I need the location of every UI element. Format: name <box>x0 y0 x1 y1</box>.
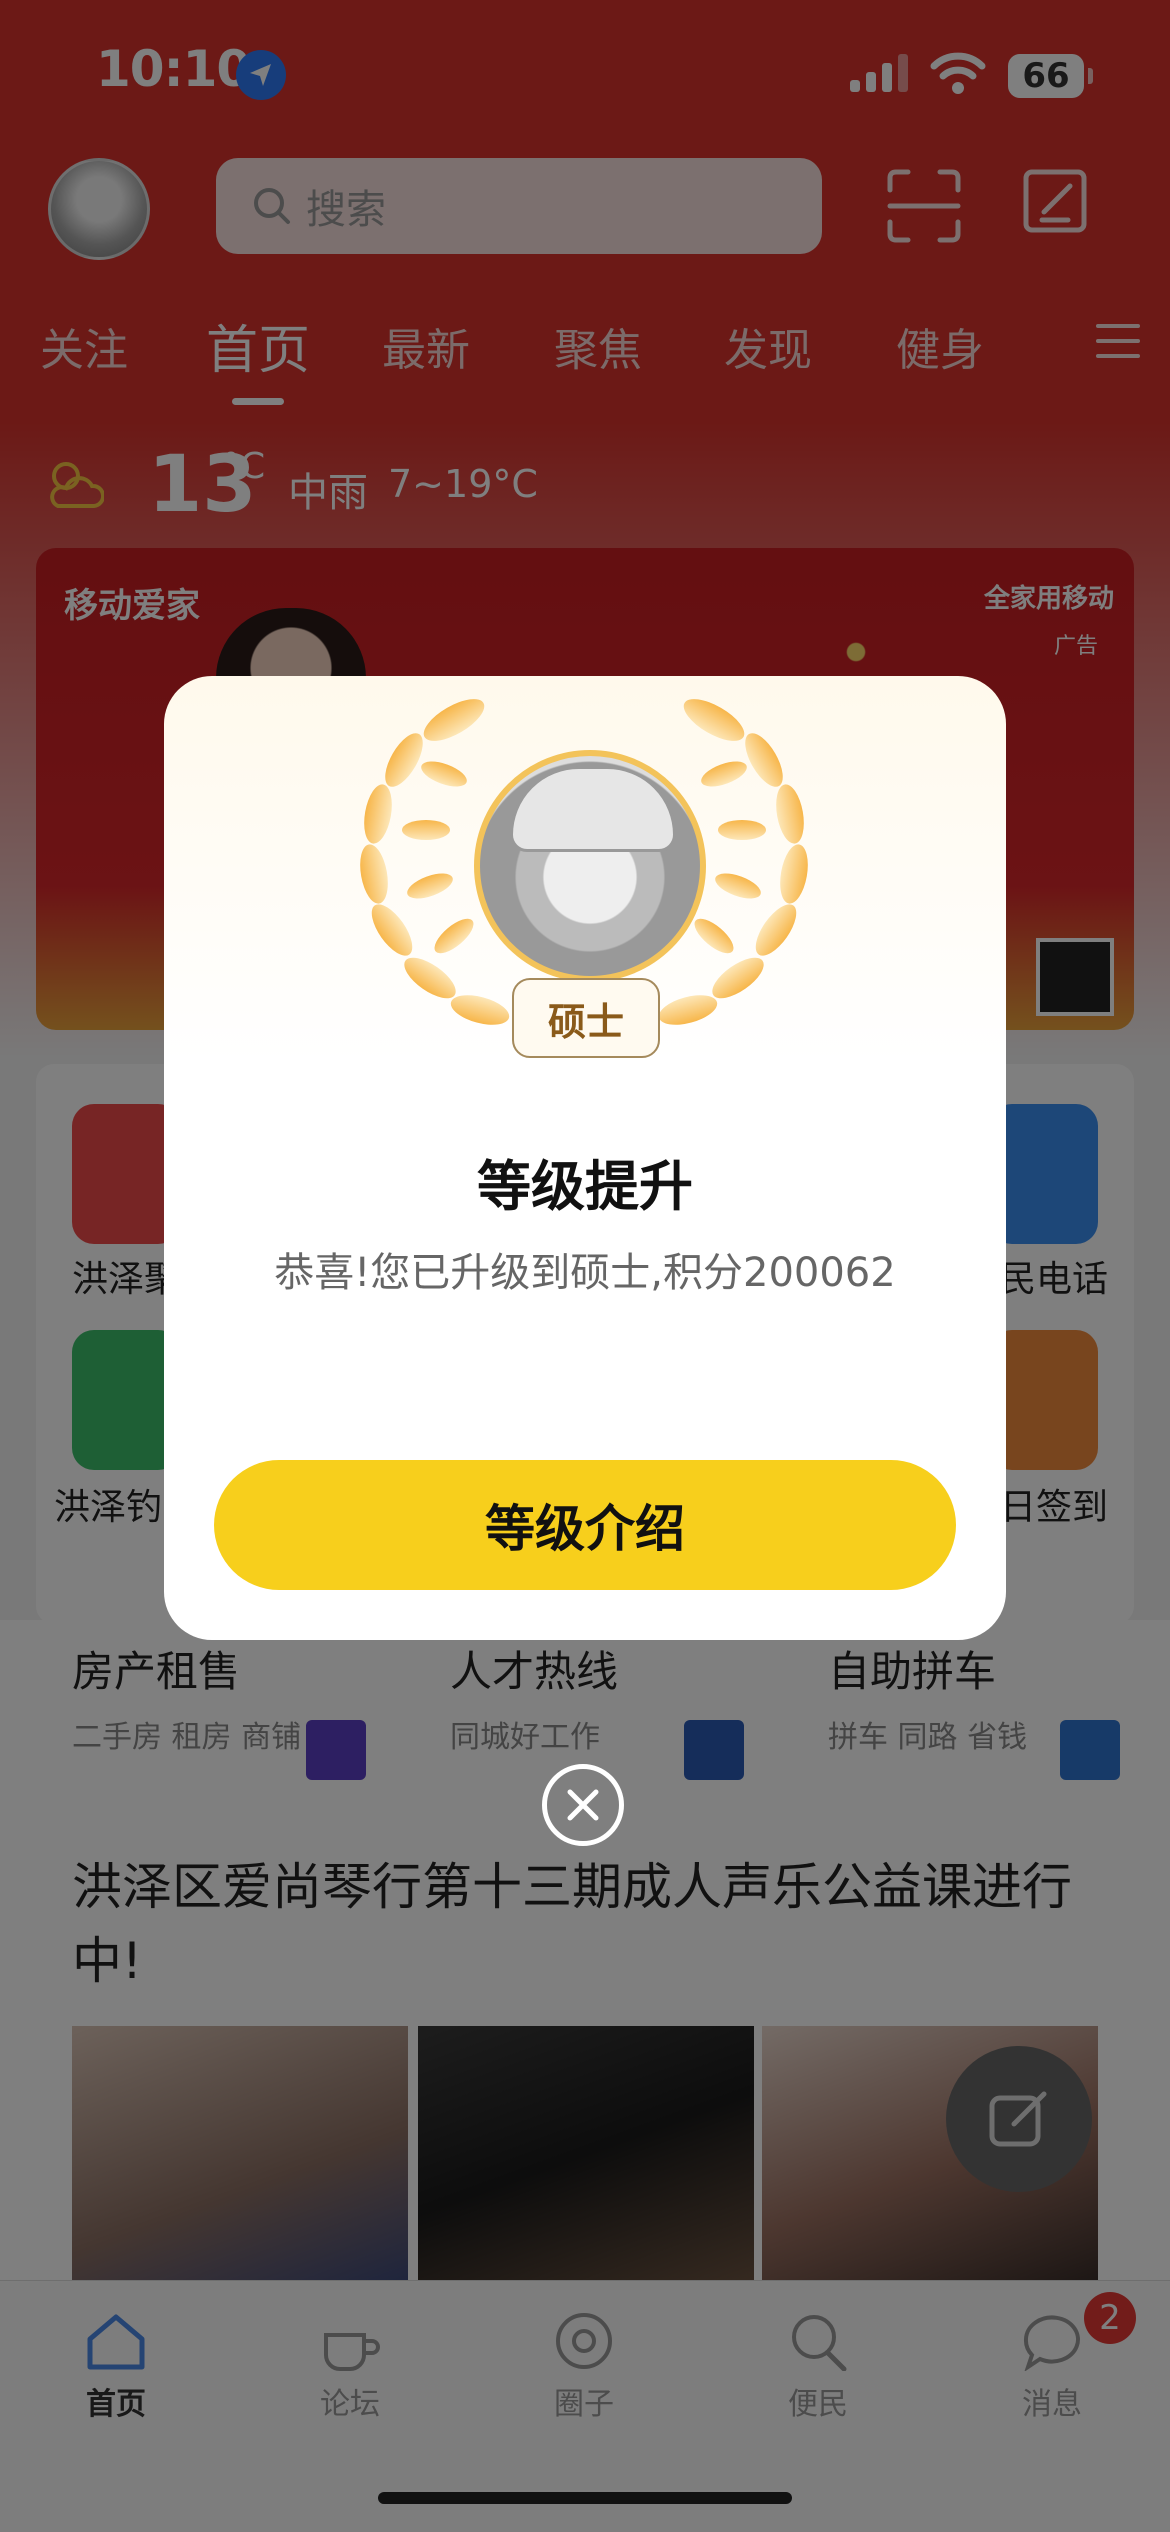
close-icon <box>567 1789 599 1821</box>
close-dialog-button[interactable] <box>542 1764 624 1846</box>
dialog-title: 等级提升 <box>477 1155 693 1218</box>
user-avatar-large <box>474 750 706 982</box>
home-indicator <box>378 2492 792 2504</box>
level-up-dialog: 硕士 等级提升 恭喜!您已升级到硕士,积分200062 等级介绍 <box>164 676 1006 1640</box>
app-page: 10:10 66 搜索 <box>0 0 1170 2532</box>
avatar-hat <box>510 766 676 852</box>
level-intro-button[interactable]: 等级介绍 <box>214 1460 956 1590</box>
level-badge: 硕士 <box>512 978 660 1058</box>
dialog-message: 恭喜!您已升级到硕士,积分200062 <box>274 1250 896 1296</box>
